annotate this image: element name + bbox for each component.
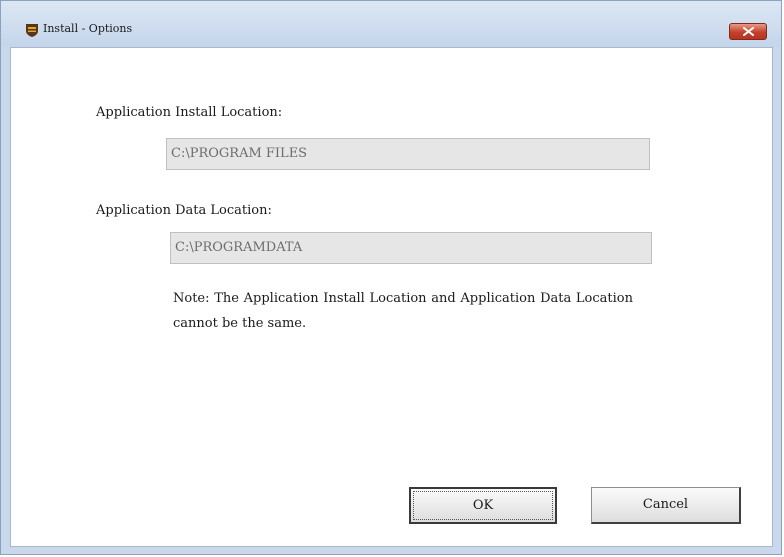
close-button[interactable] xyxy=(729,23,767,40)
data-location-field[interactable]: C:\PROGRAMDATA xyxy=(170,232,652,264)
dialog-content: Application Install Location: C:\PROGRAM… xyxy=(10,47,773,547)
window-title: Install - Options xyxy=(43,22,133,35)
cancel-button[interactable]: Cancel xyxy=(591,487,741,524)
location-note: Note: The Application Install Location a… xyxy=(173,291,633,331)
install-options-window: Install - Options Application Install Lo… xyxy=(0,0,782,555)
title-bar[interactable]: Install - Options xyxy=(1,1,781,47)
install-location-label: Application Install Location: xyxy=(96,105,283,120)
close-icon xyxy=(743,27,754,36)
ups-shield-icon xyxy=(26,24,38,37)
install-location-field[interactable]: C:\PROGRAM FILES xyxy=(166,138,650,170)
ok-button[interactable]: OK xyxy=(409,487,557,524)
data-location-label: Application Data Location: xyxy=(96,203,272,218)
